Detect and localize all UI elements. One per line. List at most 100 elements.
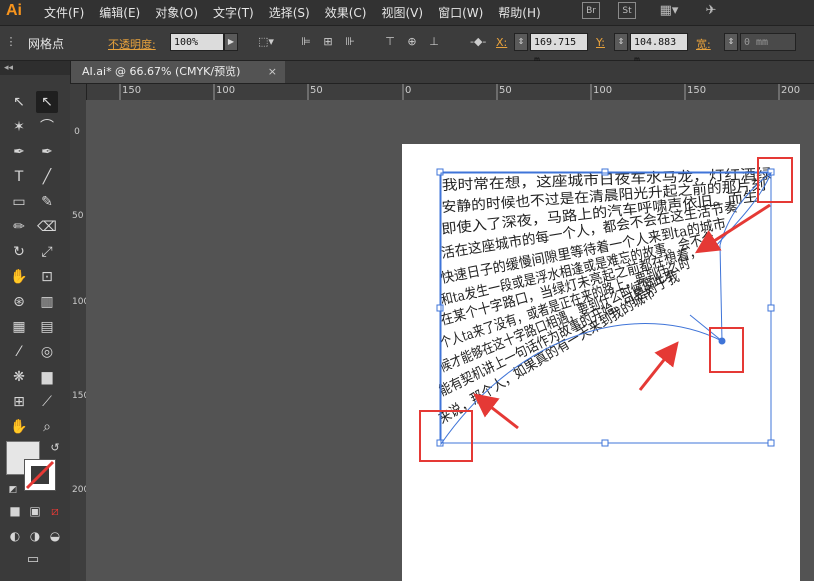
- y-input[interactable]: 104.883 m: [630, 33, 688, 66]
- menu-object[interactable]: 对象(O): [155, 4, 198, 21]
- hand-tool-icon[interactable]: ✋: [8, 416, 30, 438]
- selection-type-label: 网格点: [28, 37, 65, 51]
- menu-select[interactable]: 选择(S): [269, 4, 310, 21]
- menu-type[interactable]: 文字(T): [213, 4, 254, 21]
- rotate-tool-icon[interactable]: ↻: [8, 241, 30, 263]
- align-center-icon[interactable]: ⊞: [320, 35, 336, 49]
- ruler-h-label: 100: [216, 85, 236, 96]
- opacity-dropdown-button[interactable]: ▶: [224, 33, 238, 51]
- ruler-h-label: 150: [122, 85, 142, 96]
- x-stepper[interactable]: ⇕: [514, 33, 528, 51]
- control-bar: ⋮ 网格点 不透明度: 100% ▶ ⬚▾ ⊫ ⊞ ⊪ ⊤ ⊕ ⊥ -◆- X:…: [0, 26, 814, 66]
- color-mode-icon[interactable]: ■: [4, 500, 26, 522]
- width-label: 宽:: [696, 38, 711, 51]
- align-top-icon[interactable]: ⊤: [382, 35, 398, 49]
- screen-mode-icon[interactable]: ▭: [22, 549, 44, 571]
- horizontal-ruler[interactable]: 150 100 50 0 50 100 150 200: [86, 84, 814, 101]
- anchor-reference-icon[interactable]: -◆-: [470, 35, 486, 49]
- curvature-tool-icon[interactable]: ✒: [36, 141, 58, 163]
- shape-builder-tool-icon[interactable]: ⊛: [8, 291, 30, 313]
- align-bottom-icon[interactable]: ⊥: [426, 35, 442, 49]
- ruler-v-label: 100: [72, 297, 90, 307]
- menu-bar: Ai 文件(F) 编辑(E) 对象(O) 文字(T) 选择(S) 效果(C) 视…: [0, 0, 814, 26]
- opacity-label[interactable]: 不透明度:: [108, 36, 156, 52]
- magic-wand-tool-icon[interactable]: ✶: [8, 116, 30, 138]
- menu-view[interactable]: 视图(V): [381, 4, 423, 21]
- none-stroke-icon: [25, 460, 55, 490]
- grip-icon: ⋮: [5, 35, 17, 48]
- gradient-tool-icon[interactable]: ▤: [36, 316, 58, 338]
- workspace-layout-icon[interactable]: ▦▾: [656, 2, 682, 19]
- sync-settings-icon[interactable]: ✈: [700, 2, 722, 19]
- width-input[interactable]: 0 mm: [740, 33, 796, 51]
- swap-fill-stroke-icon[interactable]: ↺: [44, 437, 66, 459]
- align-middle-icon[interactable]: ⊕: [404, 35, 420, 49]
- document-tab-title: AI.ai* @ 66.67% (CMYK/预览): [82, 65, 241, 78]
- warp-tool-icon[interactable]: ✋: [8, 266, 30, 288]
- selection-tool-icon[interactable]: ↖: [8, 91, 30, 113]
- none-mode-icon[interactable]: ⧄: [44, 500, 66, 522]
- line-tool-icon[interactable]: ╱: [36, 166, 58, 188]
- tools-panel: ◂◂ ↖ ↖ ✶ ⌒ ✒ ✒ T ╱ ▭ ✎ ✏ ⌫ ↻ ⤢ ✋ ⊡ ⊛ ▥ ▦…: [0, 61, 71, 581]
- paintbrush-tool-icon[interactable]: ✎: [36, 191, 58, 213]
- zoom-tool-icon[interactable]: ⌕: [36, 416, 58, 438]
- opacity-input[interactable]: 100%: [170, 33, 224, 51]
- align-selection-icon[interactable]: ⬚▾: [258, 35, 274, 49]
- gradient-mode-icon[interactable]: ▣: [24, 500, 46, 522]
- eraser-tool-icon[interactable]: ⌫: [36, 216, 58, 238]
- ruler-v-label: 50: [72, 211, 84, 221]
- document-tab-bar: AI.ai* @ 66.67% (CMYK/预览) ×: [70, 61, 814, 84]
- slice-tool-icon[interactable]: ⟋: [36, 391, 58, 413]
- type-tool-icon[interactable]: T: [8, 166, 30, 188]
- close-tab-icon[interactable]: ×: [268, 61, 277, 83]
- pencil-tool-icon[interactable]: ✏: [8, 216, 30, 238]
- ruler-h-label: 200: [781, 85, 801, 96]
- ruler-h-label: 100: [593, 85, 613, 96]
- perspective-grid-tool-icon[interactable]: ▥: [36, 291, 58, 313]
- symbol-sprayer-tool-icon[interactable]: ❋: [8, 366, 30, 388]
- vertical-ruler[interactable]: 0 50 100 150 200: [70, 84, 90, 581]
- lasso-tool-icon[interactable]: ⌒: [36, 116, 58, 138]
- menu-help[interactable]: 帮助(H): [498, 4, 540, 21]
- collapse-panel-icon[interactable]: ◂◂: [0, 61, 70, 75]
- align-right-icon[interactable]: ⊪: [342, 35, 358, 49]
- ruler-h-label: 50: [499, 85, 512, 96]
- mesh-tool-icon[interactable]: ▦: [8, 316, 30, 338]
- scale-tool-icon[interactable]: ⤢: [36, 241, 58, 263]
- ruler-v-label: 150: [72, 391, 90, 401]
- pen-tool-icon[interactable]: ✒: [8, 141, 30, 163]
- draw-normal-icon[interactable]: ◐: [4, 525, 26, 547]
- artboard-tool-icon[interactable]: ⊞: [8, 391, 30, 413]
- width-stepper[interactable]: ⇕: [724, 33, 738, 51]
- stock-icon[interactable]: St: [618, 2, 636, 19]
- stroke-color-swatch[interactable]: [24, 459, 56, 491]
- x-label: X:: [496, 36, 508, 49]
- direct-selection-tool-icon[interactable]: ↖: [36, 91, 58, 113]
- ruler-h-label: 0: [405, 85, 412, 96]
- main-menu: 文件(F) 编辑(E) 对象(O) 文字(T) 选择(S) 效果(C) 视图(V…: [44, 4, 556, 21]
- bridge-icon[interactable]: Br: [582, 2, 600, 19]
- document-tab[interactable]: AI.ai* @ 66.67% (CMYK/预览) ×: [70, 61, 285, 83]
- menu-window[interactable]: 窗口(W): [438, 4, 483, 21]
- default-colors-icon[interactable]: ◩: [2, 479, 24, 501]
- rectangle-tool-icon[interactable]: ▭: [8, 191, 30, 213]
- eyedropper-tool-icon[interactable]: ⁄: [8, 341, 30, 363]
- blend-tool-icon[interactable]: ◎: [36, 341, 58, 363]
- ruler-v-label: 200: [72, 485, 90, 495]
- draw-inside-icon[interactable]: ◒: [44, 525, 66, 547]
- ruler-h-label: 50: [310, 85, 323, 96]
- y-stepper[interactable]: ⇕: [614, 33, 628, 51]
- menu-file[interactable]: 文件(F): [44, 4, 84, 21]
- x-input[interactable]: 169.715 m: [530, 33, 588, 66]
- ruler-h-label: 150: [687, 85, 707, 96]
- artboard[interactable]: [402, 144, 800, 581]
- align-left-icon[interactable]: ⊫: [298, 35, 314, 49]
- menu-effect[interactable]: 效果(C): [325, 4, 367, 21]
- draw-behind-icon[interactable]: ◑: [24, 525, 46, 547]
- y-label: Y:: [596, 36, 605, 49]
- app-logo: Ai: [6, 2, 22, 19]
- column-graph-tool-icon[interactable]: ▆: [36, 366, 58, 388]
- free-transform-tool-icon[interactable]: ⊡: [36, 266, 58, 288]
- ruler-v-label: 0: [74, 127, 80, 137]
- menu-edit[interactable]: 编辑(E): [99, 4, 140, 21]
